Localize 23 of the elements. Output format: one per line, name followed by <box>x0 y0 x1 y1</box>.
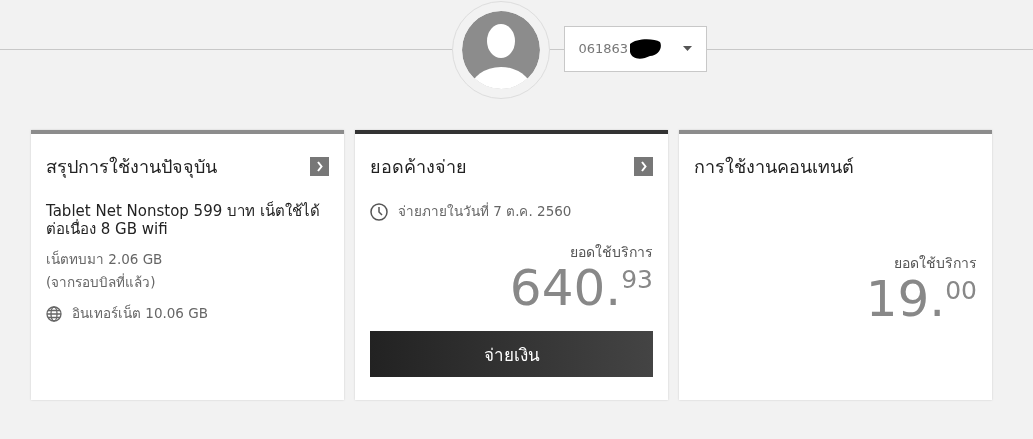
amount-fraction: 00 <box>945 278 977 303</box>
phone-number: 061863 <box>578 41 629 56</box>
clock-icon <box>370 202 388 221</box>
carryover-note: (จากรอบบิลที่แล้ว) <box>46 272 157 292</box>
card-title: การใช้งานคอนเทนต์ <box>694 154 854 179</box>
amount-fraction: 93 <box>621 267 653 292</box>
pay-button[interactable]: จ่ายเงิน <box>370 331 653 377</box>
internet-usage: อินเทอร์เน็ต 10.06 GB <box>72 303 208 323</box>
amount-label: ยอดใช้บริการ <box>894 254 977 273</box>
chevron-right-icon[interactable] <box>310 156 329 176</box>
card-title: สรุปการใช้งานปัจจุบัน <box>46 154 217 180</box>
card-title: ยอดค้างจ่าย <box>370 154 467 179</box>
due-date: จ่ายภายในวันที่ 7 ต.ค. 2560 <box>398 201 572 221</box>
carryover-data: เน็ตทบมา 2.06 GB <box>46 249 164 269</box>
chevron-right-icon[interactable] <box>634 156 653 176</box>
avatar-icon <box>461 11 540 89</box>
globe-icon <box>46 305 62 322</box>
caret-icon <box>682 46 692 51</box>
amount-whole: 19. <box>865 274 946 324</box>
package-name: Tablet Net Nonstop 599 บาท เน็ตใช้ได้ต่อเนื่อง 8 GB wifi <box>46 202 321 238</box>
amount-label: ยอดใช้บริการ <box>570 243 653 262</box>
account-dropdown[interactable]: 061863 <box>563 25 707 72</box>
amount-whole: 640. <box>509 263 622 313</box>
